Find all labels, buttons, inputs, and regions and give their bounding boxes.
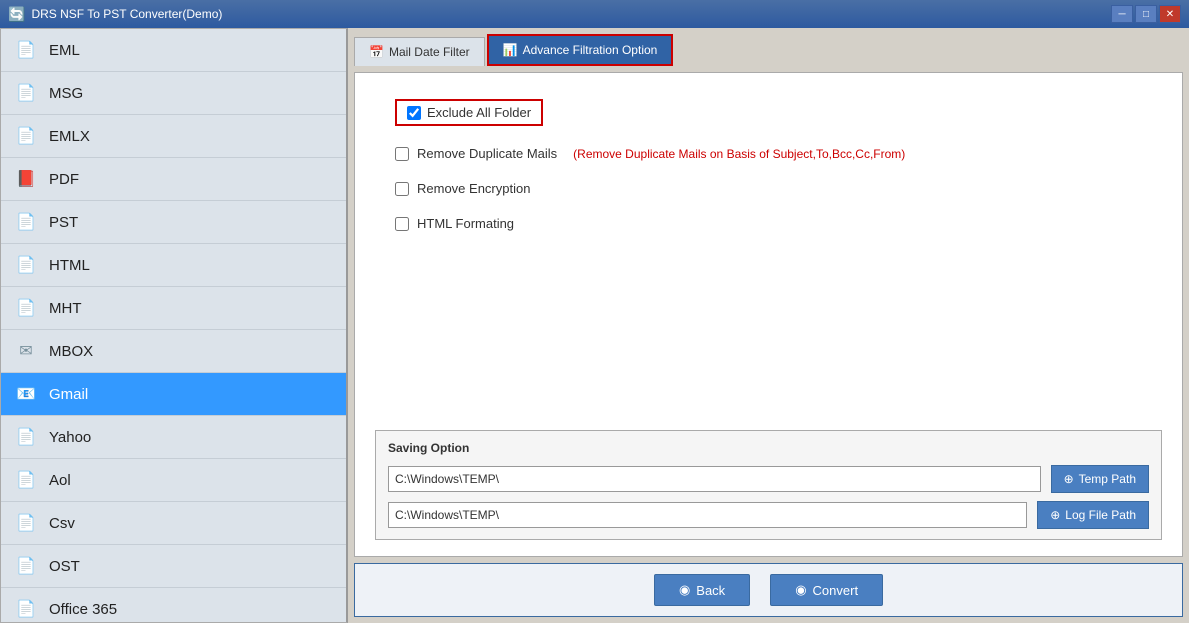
sidebar-label-office365: Office 365 <box>49 601 117 618</box>
tab-advance-label: Advance Filtration Option <box>523 43 658 57</box>
exclude-all-folder-label[interactable]: Exclude All Folder <box>427 105 531 120</box>
sidebar-item-aol[interactable]: 📄 Aol <box>1 459 346 502</box>
remove-duplicate-row: Remove Duplicate Mails (Remove Duplicate… <box>395 146 1142 161</box>
sidebar-item-office365[interactable]: 📄 Office 365 <box>1 588 346 623</box>
exclude-all-folder-box: Exclude All Folder <box>395 99 543 126</box>
pst-icon: 📄 <box>13 209 39 235</box>
exclude-all-folder-row: Exclude All Folder <box>395 99 1142 126</box>
msg-icon: 📄 <box>13 80 39 106</box>
saving-section: Saving Option ⊕ Temp Path ⊕ Log File Pat… <box>375 430 1162 540</box>
mht-icon: 📄 <box>13 295 39 321</box>
advance-filtration-icon: 📊 <box>503 43 518 57</box>
tab-mail-date-filter[interactable]: 📅 Mail Date Filter <box>354 37 485 66</box>
temp-path-label: Temp Path <box>1079 472 1136 486</box>
convert-button[interactable]: ◉ Convert <box>770 574 883 606</box>
restore-button[interactable]: □ <box>1135 5 1157 23</box>
temp-path-icon: ⊕ <box>1064 472 1074 486</box>
log-file-path-input[interactable] <box>388 502 1027 528</box>
yahoo-icon: 📄 <box>13 424 39 450</box>
temp-path-row: ⊕ Temp Path <box>388 465 1149 493</box>
sidebar-label-ost: OST <box>49 558 80 575</box>
remove-encryption-row: Remove Encryption <box>395 181 1142 196</box>
sidebar-item-html[interactable]: 📄 HTML <box>1 244 346 287</box>
sidebar-label-pst: PST <box>49 214 78 231</box>
convert-icon: ◉ <box>795 582 806 598</box>
app-icon: 🔄 <box>8 6 25 23</box>
main-panel: Exclude All Folder Remove Duplicate Mail… <box>354 72 1183 557</box>
log-file-path-button[interactable]: ⊕ Log File Path <box>1037 501 1149 529</box>
sidebar-label-gmail: Gmail <box>49 386 88 403</box>
sidebar-item-msg[interactable]: 📄 MSG <box>1 72 346 115</box>
temp-path-input[interactable] <box>388 466 1041 492</box>
bottom-buttons: ◉ Back ◉ Convert <box>354 563 1183 617</box>
title-bar-buttons: ─ □ ✕ <box>1111 5 1181 23</box>
sidebar-label-msg: MSG <box>49 85 83 102</box>
gmail-icon: 📧 <box>13 381 39 407</box>
sidebar-item-csv[interactable]: 📄 Csv <box>1 502 346 545</box>
saving-title: Saving Option <box>388 441 1149 455</box>
eml-icon: 📄 <box>13 37 39 63</box>
back-button[interactable]: ◉ Back <box>654 574 750 606</box>
aol-icon: 📄 <box>13 467 39 493</box>
html-formating-checkbox[interactable] <box>395 217 409 231</box>
close-button[interactable]: ✕ <box>1159 5 1181 23</box>
app-container: 📄 EML 📄 MSG 📄 EMLX 📕 PDF 📄 PST 📄 HTML 📄 … <box>0 28 1189 623</box>
sidebar-item-pst[interactable]: 📄 PST <box>1 201 346 244</box>
mail-date-filter-icon: 📅 <box>369 45 384 59</box>
log-file-row: ⊕ Log File Path <box>388 501 1149 529</box>
html-icon: 📄 <box>13 252 39 278</box>
sidebar-item-gmail[interactable]: 📧 Gmail <box>1 373 346 416</box>
remove-encryption-checkbox[interactable] <box>395 182 409 196</box>
sidebar-label-pdf: PDF <box>49 171 79 188</box>
tab-mail-date-label: Mail Date Filter <box>389 45 470 59</box>
remove-duplicate-hint: (Remove Duplicate Mails on Basis of Subj… <box>573 147 905 161</box>
sidebar-item-mht[interactable]: 📄 MHT <box>1 287 346 330</box>
sidebar-item-emlx[interactable]: 📄 EMLX <box>1 115 346 158</box>
mbox-icon: ✉ <box>13 338 39 364</box>
convert-label: Convert <box>813 583 859 598</box>
html-formating-row: HTML Formating <box>395 216 1142 231</box>
filter-options-area: Exclude All Folder Remove Duplicate Mail… <box>375 89 1162 430</box>
sidebar-label-html: HTML <box>49 257 90 274</box>
csv-icon: 📄 <box>13 510 39 536</box>
log-file-label: Log File Path <box>1065 508 1136 522</box>
sidebar-item-pdf[interactable]: 📕 PDF <box>1 158 346 201</box>
html-formating-label[interactable]: HTML Formating <box>417 216 514 231</box>
sidebar-item-mbox[interactable]: ✉ MBOX <box>1 330 346 373</box>
title-bar: 🔄 DRS NSF To PST Converter(Demo) ─ □ ✕ <box>0 0 1189 28</box>
sidebar-label-csv: Csv <box>49 515 75 532</box>
temp-path-button[interactable]: ⊕ Temp Path <box>1051 465 1149 493</box>
tabs-area: 📅 Mail Date Filter 📊 Advance Filtration … <box>354 34 1183 66</box>
remove-duplicate-checkbox[interactable] <box>395 147 409 161</box>
sidebar-item-ost[interactable]: 📄 OST <box>1 545 346 588</box>
sidebar-item-yahoo[interactable]: 📄 Yahoo <box>1 416 346 459</box>
back-icon: ◉ <box>679 582 690 598</box>
main-content: 📅 Mail Date Filter 📊 Advance Filtration … <box>348 28 1189 623</box>
exclude-all-folder-checkbox[interactable] <box>407 106 421 120</box>
tab-advance-filtration[interactable]: 📊 Advance Filtration Option <box>487 34 674 66</box>
sidebar-label-mbox: MBOX <box>49 343 93 360</box>
sidebar-label-mht: MHT <box>49 300 82 317</box>
sidebar-label-emlx: EMLX <box>49 128 90 145</box>
pdf-icon: 📕 <box>13 166 39 192</box>
ost-icon: 📄 <box>13 553 39 579</box>
minimize-button[interactable]: ─ <box>1111 5 1133 23</box>
emlx-icon: 📄 <box>13 123 39 149</box>
log-file-icon: ⊕ <box>1050 508 1060 522</box>
remove-duplicate-label[interactable]: Remove Duplicate Mails <box>417 146 557 161</box>
remove-encryption-label[interactable]: Remove Encryption <box>417 181 530 196</box>
office365-icon: 📄 <box>13 596 39 622</box>
sidebar-label-yahoo: Yahoo <box>49 429 91 446</box>
sidebar-item-eml[interactable]: 📄 EML <box>1 29 346 72</box>
sidebar-label-eml: EML <box>49 42 80 59</box>
back-label: Back <box>696 583 725 598</box>
sidebar-label-aol: Aol <box>49 472 71 489</box>
sidebar: 📄 EML 📄 MSG 📄 EMLX 📕 PDF 📄 PST 📄 HTML 📄 … <box>0 28 348 623</box>
app-title: DRS NSF To PST Converter(Demo) <box>31 7 1111 21</box>
